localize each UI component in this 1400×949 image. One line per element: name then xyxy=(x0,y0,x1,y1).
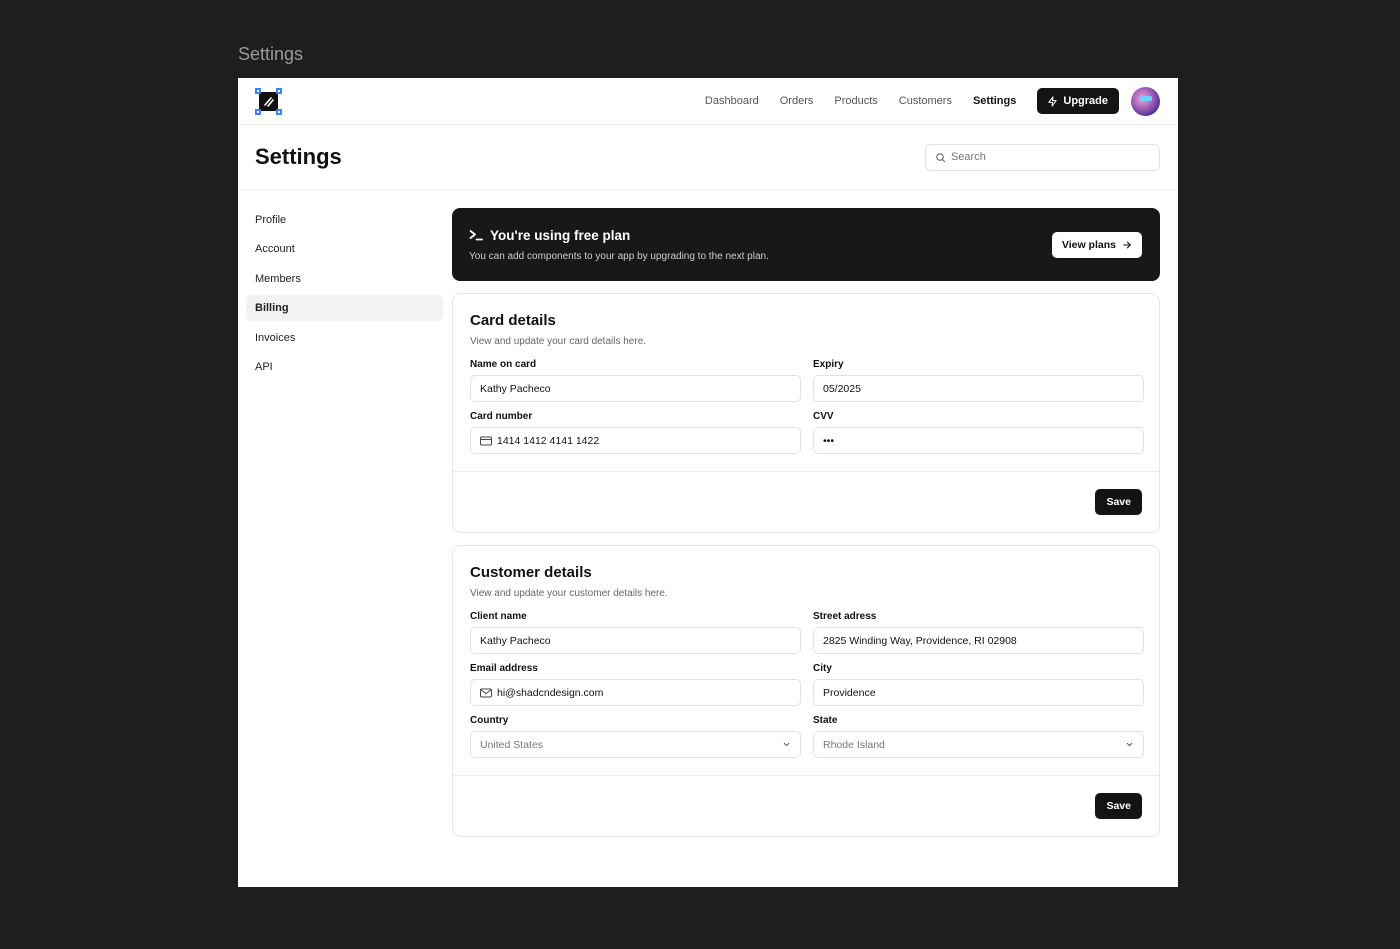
nav-links: Dashboard Orders Products Customers Sett… xyxy=(684,86,1160,116)
chevron-down-icon xyxy=(1126,742,1133,747)
card-number-label: Card number xyxy=(470,411,533,422)
customer-details-subtitle: View and update your customer details he… xyxy=(470,588,668,599)
cvv-field[interactable]: ••• xyxy=(813,427,1144,454)
sidebar-item-account[interactable]: Account xyxy=(246,236,443,262)
card-details-footer: Save xyxy=(453,471,1159,532)
email-label: Email address xyxy=(470,663,538,674)
state-label: State xyxy=(813,715,838,726)
sidebar: Profile Account Members Billing Invoices… xyxy=(238,190,452,837)
sidebar-item-billing[interactable]: Billing xyxy=(246,295,443,322)
terminal-icon xyxy=(469,230,483,241)
country-value: United States xyxy=(480,738,544,751)
search-box[interactable] xyxy=(925,143,1160,171)
street-address-field[interactable]: 2825 Winding Way, Providence, RI 02908 xyxy=(813,627,1144,654)
card-details-card: Card details View and update your card d… xyxy=(452,293,1160,533)
city-label: City xyxy=(813,663,832,674)
sidebar-item-invoices[interactable]: Invoices xyxy=(246,325,443,351)
state-select[interactable]: Rhode Island xyxy=(813,731,1144,758)
banner-subtitle: You can add components to your app by up… xyxy=(469,250,769,262)
upgrade-button[interactable]: Upgrade xyxy=(1037,88,1119,114)
street-address-label: Street adress xyxy=(813,611,877,622)
search-input[interactable] xyxy=(950,151,1150,163)
chevron-down-icon xyxy=(783,742,790,747)
country-label: Country xyxy=(470,715,509,726)
sidebar-item-profile[interactable]: Profile xyxy=(246,207,443,233)
email-value: hi@shadcndesign.com xyxy=(497,686,604,699)
logo-icon[interactable] xyxy=(255,87,282,115)
client-name-field[interactable]: Kathy Pacheco xyxy=(470,627,801,654)
page-title: Settings xyxy=(255,144,342,169)
state-value: Rhode Island xyxy=(823,738,885,751)
city-value: Providence xyxy=(823,686,876,699)
nav-products[interactable]: Products xyxy=(834,95,877,107)
cvv-value: ••• xyxy=(823,434,835,447)
sidebar-item-api[interactable]: API xyxy=(246,354,443,380)
sidebar-item-members[interactable]: Members xyxy=(246,266,443,292)
search-icon xyxy=(936,152,946,162)
name-on-card-field[interactable]: Kathy Pacheco xyxy=(470,375,801,402)
client-name-label: Client name xyxy=(470,611,527,622)
credit-card-icon xyxy=(480,436,492,445)
country-select[interactable]: United States xyxy=(470,731,801,758)
save-card-button[interactable]: Save xyxy=(1095,489,1142,515)
save-customer-button[interactable]: Save xyxy=(1095,793,1142,819)
lightning-icon xyxy=(1048,95,1058,107)
view-plans-label: View plans xyxy=(1061,238,1116,251)
frame-label: Settings xyxy=(238,44,304,64)
nav-settings[interactable]: Settings xyxy=(973,95,1016,107)
email-field[interactable]: hi@shadcndesign.com xyxy=(470,679,801,706)
page-header: Settings xyxy=(238,125,1178,190)
expiry-label: Expiry xyxy=(813,359,844,370)
client-name-value: Kathy Pacheco xyxy=(480,634,551,647)
card-details-title: Card details xyxy=(470,312,556,329)
card-number-value: 1414 1412 4141 1422 xyxy=(497,434,600,447)
banner-title: You're using free plan xyxy=(490,227,631,243)
upgrade-label: Upgrade xyxy=(1063,95,1108,107)
plan-banner: You're using free plan You can add compo… xyxy=(452,208,1160,281)
customer-details-footer: Save xyxy=(453,775,1159,836)
street-address-value: 2825 Winding Way, Providence, RI 02908 xyxy=(823,634,1017,647)
name-on-card-label: Name on card xyxy=(470,359,537,370)
avatar[interactable] xyxy=(1131,86,1160,116)
city-field[interactable]: Providence xyxy=(813,679,1144,706)
arrow-right-icon xyxy=(1123,241,1131,248)
top-nav: Dashboard Orders Products Customers Sett… xyxy=(238,78,1178,125)
expiry-value: 05/2025 xyxy=(823,382,861,395)
nav-customers[interactable]: Customers xyxy=(899,95,952,107)
name-on-card-value: Kathy Pacheco xyxy=(480,382,551,395)
customer-details-title: Customer details xyxy=(470,564,592,581)
cvv-label: CVV xyxy=(813,411,834,422)
card-number-field[interactable]: 1414 1412 4141 1422 xyxy=(470,427,801,454)
app-window: Dashboard Orders Products Customers Sett… xyxy=(238,78,1178,887)
mail-icon xyxy=(480,688,492,697)
nav-dashboard[interactable]: Dashboard xyxy=(705,95,759,107)
main-content: You're using free plan You can add compo… xyxy=(452,190,1160,837)
view-plans-button[interactable]: View plans xyxy=(1051,231,1142,258)
expiry-field[interactable]: 05/2025 xyxy=(813,375,1144,402)
card-details-subtitle: View and update your card details here. xyxy=(470,336,647,347)
nav-orders[interactable]: Orders xyxy=(780,95,814,107)
customer-details-card: Customer details View and update your cu… xyxy=(452,545,1160,837)
